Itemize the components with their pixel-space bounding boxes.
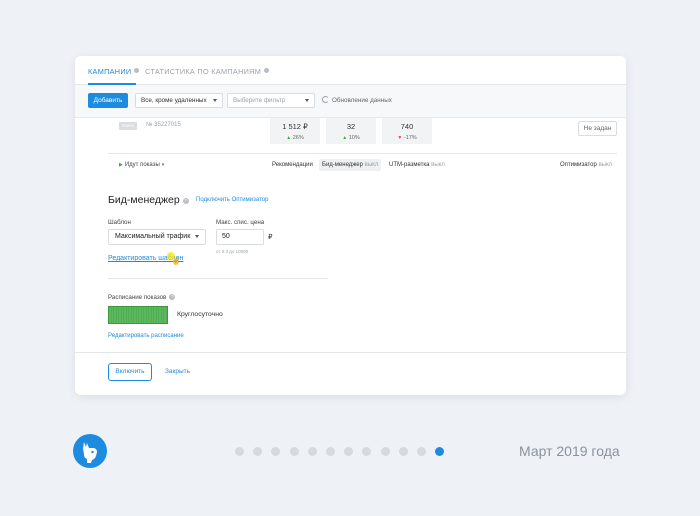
date-caption: Март 2019 года <box>519 443 620 459</box>
pagination-dot[interactable] <box>253 447 263 456</box>
template-label: Шаблон <box>108 219 131 226</box>
help-icon[interactable]: ? <box>182 198 189 204</box>
pagination-dot[interactable] <box>417 447 426 456</box>
chevron-down-icon <box>195 235 199 238</box>
arrow-down-icon: ▼ <box>397 135 403 141</box>
close-button[interactable]: Закрыть <box>165 368 190 375</box>
stat-clicks: 32 ▲ 10% <box>326 118 376 144</box>
pagination-dot[interactable] <box>362 447 372 456</box>
section-title: Бид-менеджер? <box>108 194 189 206</box>
price-hint: от 0.3 до 10000 <box>216 249 249 254</box>
shows-status-toggle[interactable]: ▶ Идут показы ▾ <box>119 162 164 168</box>
tab-utm[interactable]: UTM-разметка выкл <box>386 159 448 171</box>
pagination-dot[interactable] <box>435 447 445 456</box>
star-icon <box>134 68 140 73</box>
ad-row: поиск № 35227015 1 512 ₽ ▲ 26% 32 ▲ 10% … <box>75 118 626 150</box>
tab-optimizer[interactable]: Оптимизатор выкл <box>557 159 615 171</box>
type-badge: поиск <box>119 122 137 130</box>
status-filter-select[interactable]: Все, кроме удаленных <box>135 93 223 108</box>
hand-cursor-icon: ☝ <box>171 256 181 265</box>
edit-schedule-link[interactable]: Редактировать расписание <box>108 333 184 339</box>
schedule-value: Круглосуточно <box>177 311 223 318</box>
tab-recommendations[interactable]: Рекомендации <box>269 159 316 171</box>
pagination-dot[interactable] <box>380 447 390 456</box>
pagination-dot[interactable] <box>398 447 408 456</box>
divider <box>108 278 328 279</box>
pagination-dot[interactable] <box>289 447 299 456</box>
custom-filter-select[interactable]: Выберите фильтр <box>227 93 315 108</box>
tab-campaign-stats[interactable]: Статистика по кампаниям <box>145 67 270 76</box>
form-footer: Включить Закрыть <box>75 352 626 395</box>
help-icon[interactable]: ? <box>169 294 176 300</box>
tab-bid-manager[interactable]: Бид-менеджер выкл <box>319 159 382 171</box>
pagination-dot[interactable] <box>344 447 354 456</box>
tab-campaigns[interactable]: Кампании <box>88 67 140 76</box>
price-label: Макс. спис. цена <box>216 219 265 226</box>
schedule-grid <box>108 306 168 324</box>
ad-subnav: ▶ Идут показы ▾ Рекомендации Бид-менеджер … <box>108 153 617 175</box>
chevron-down-icon <box>305 99 309 102</box>
not-set-button[interactable]: Не задан <box>578 121 617 136</box>
pagination-dot[interactable] <box>271 447 281 456</box>
enable-button[interactable]: Включить <box>108 363 152 381</box>
arrow-up-icon: ▲ <box>286 135 292 141</box>
stat-shows: 740 ▼ -17% <box>382 118 432 144</box>
star-icon <box>264 68 270 73</box>
app-window: Кампании Статистика по кампаниям Добавит… <box>75 56 626 395</box>
llama-logo <box>73 434 107 468</box>
schedule-label: Расписание показов? <box>108 294 176 301</box>
pagination-dot[interactable] <box>326 447 335 456</box>
stat-cost: 1 512 ₽ ▲ 26% <box>270 118 320 144</box>
ad-id: № 35227015 <box>146 122 181 128</box>
chevron-down-icon <box>213 99 217 102</box>
tab-bar: Кампании Статистика по кампаниям <box>75 56 626 85</box>
pagination-dot[interactable] <box>307 447 317 456</box>
connect-optimizer-link[interactable]: Подключить Оптимизатор <box>196 197 268 203</box>
chevron-down-icon: ▾ <box>161 162 165 168</box>
play-icon: ▶ <box>119 162 123 168</box>
arrow-up-icon: ▲ <box>342 135 348 141</box>
refresh-icon <box>322 96 329 103</box>
max-price-input[interactable]: 50 <box>216 229 264 245</box>
toolbar: Добавить Все, кроме удаленных Выберите ф… <box>75 85 626 118</box>
add-button[interactable]: Добавить <box>88 93 128 108</box>
currency-sign: ₽ <box>268 234 273 241</box>
template-select[interactable]: Максимальный трафик <box>108 229 206 245</box>
refresh-toggle[interactable]: Обновление данных <box>322 96 392 104</box>
pagination-dot[interactable] <box>235 447 244 456</box>
